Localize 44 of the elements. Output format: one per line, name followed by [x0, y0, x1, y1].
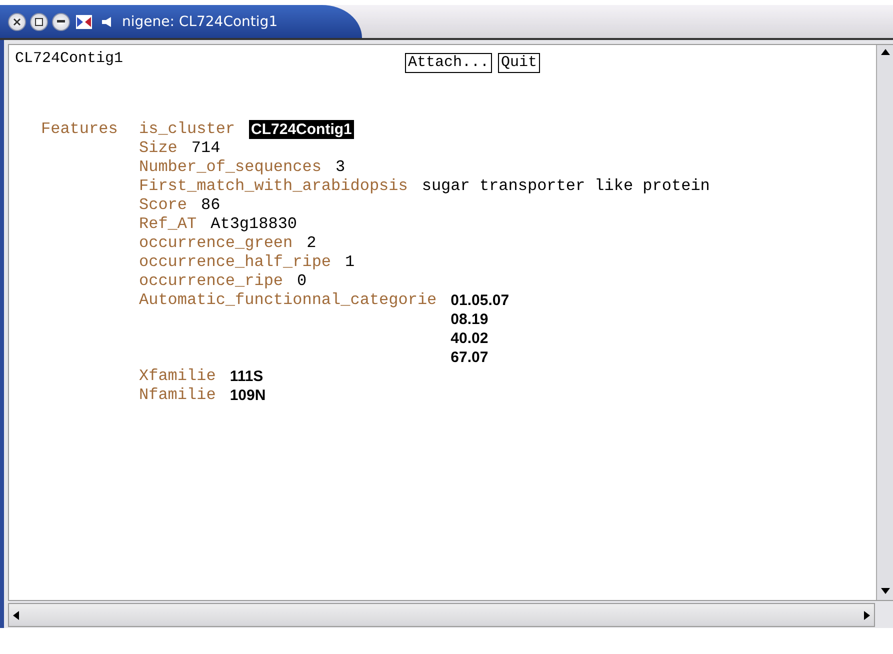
app-icon	[76, 14, 92, 28]
minimize-button[interactable]	[52, 12, 70, 30]
speaker-icon	[102, 16, 114, 26]
close-icon	[13, 18, 21, 26]
field-label: Size	[139, 139, 178, 158]
window-title: nigene: CL724Contig1	[122, 14, 278, 30]
field-label: Score	[139, 196, 188, 215]
field-value: 0	[297, 272, 307, 291]
toolbar-button[interactable]: Quit	[498, 53, 540, 73]
section-label: Features	[41, 120, 118, 138]
field-label: Xfamilie	[139, 367, 216, 386]
field-value: 08.19	[450, 310, 488, 329]
maximize-button[interactable]	[30, 12, 48, 30]
field-value: 714	[191, 139, 220, 158]
scroll-down-icon[interactable]	[880, 588, 890, 594]
scroll-left-icon[interactable]	[13, 610, 19, 620]
field-value: 40.02	[450, 329, 488, 348]
field-label: Automatic_functionnal_categorie	[139, 291, 437, 310]
field-value: 1	[345, 253, 355, 272]
field-label: First_match_with_arabidopsis	[139, 177, 408, 196]
minimize-icon	[57, 20, 65, 23]
field-value: 3	[335, 158, 346, 177]
field-value: sugar transporter like protein	[422, 177, 710, 196]
scroll-up-icon[interactable]	[880, 49, 890, 55]
toolbar-button[interactable]: Attach...	[405, 53, 492, 73]
scroll-right-icon[interactable]	[864, 610, 870, 620]
field-value: 86	[201, 196, 220, 215]
field-label: occurrence_ripe	[139, 272, 284, 291]
field-label: is_cluster	[139, 120, 236, 139]
maximize-icon	[35, 18, 43, 26]
highlighted-value: CL724Contig1	[249, 120, 354, 139]
field-label: occurrence_half_ripe	[139, 253, 332, 272]
field-value: 2	[306, 234, 316, 253]
close-button[interactable]	[8, 12, 26, 30]
field-label: occurrence_green	[139, 234, 293, 253]
object-name: CL724Contig1	[15, 49, 124, 68]
field-value: 109N	[230, 386, 266, 405]
field-label: Nfamilie	[139, 386, 216, 405]
field-value: At3g18830	[210, 215, 298, 234]
field-value: 111S	[230, 367, 264, 386]
field-label: Ref_AT	[139, 215, 197, 234]
field-value: 01.05.07	[450, 291, 510, 310]
field-value: 67.07	[450, 348, 488, 367]
field-label: Number_of_sequences	[139, 158, 322, 177]
